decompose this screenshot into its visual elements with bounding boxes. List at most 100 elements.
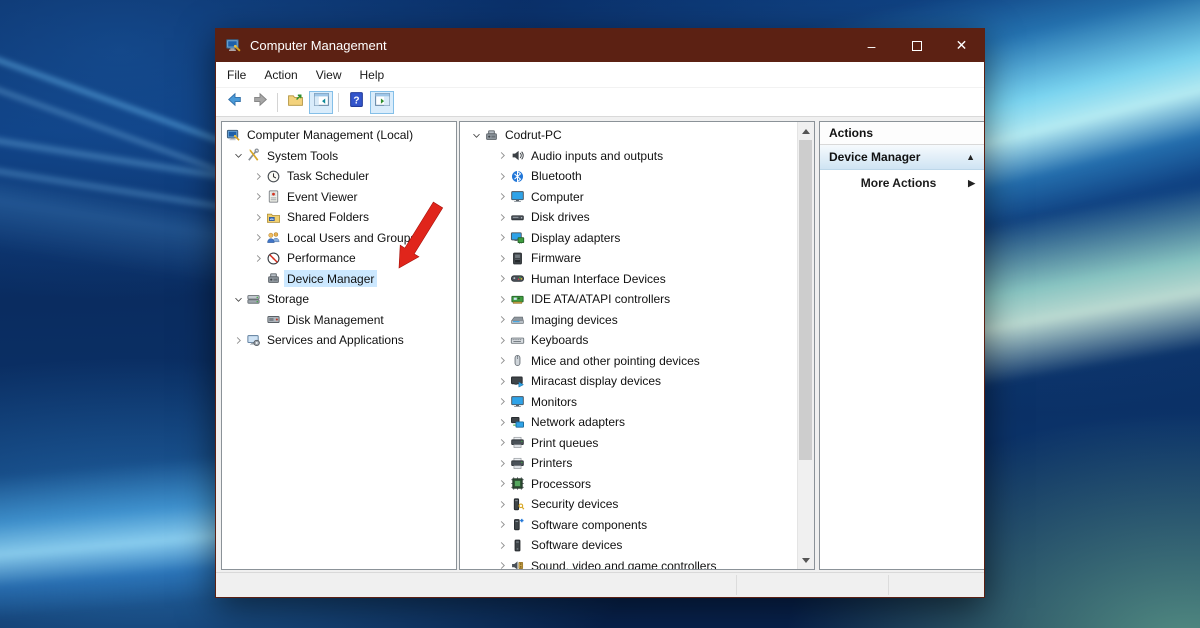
chevron-right-icon[interactable] <box>250 191 266 202</box>
tree-item-codrut-pc[interactable]: Codrut-PC <box>460 125 797 146</box>
tree-item-label: Storage <box>264 291 312 308</box>
menu-item-help[interactable]: Help <box>351 64 394 86</box>
forward-button[interactable] <box>248 91 272 114</box>
tree-item-label: Sound, video and game controllers <box>528 557 719 570</box>
tree-item-processors[interactable]: Processors <box>460 474 797 495</box>
chevron-right-icon[interactable] <box>494 314 510 325</box>
chevron-right-icon[interactable] <box>494 560 510 570</box>
tree-item-event-viewer[interactable]: Event Viewer <box>222 187 456 208</box>
chevron-right-icon[interactable] <box>494 458 510 469</box>
chevron-right-icon[interactable] <box>494 437 510 448</box>
chevron-right-icon[interactable] <box>494 376 510 387</box>
tree-item-audio-inputs-and-outputs[interactable]: Audio inputs and outputs <box>460 146 797 167</box>
window-title: Computer Management <box>250 38 849 53</box>
tree-item-label: Imaging devices <box>528 311 621 328</box>
chevron-right-icon[interactable] <box>494 171 510 182</box>
chevron-right-icon[interactable] <box>494 499 510 510</box>
tree-item-computer[interactable]: Computer <box>460 187 797 208</box>
tree-item-computer-management-local[interactable]: Computer Management (Local) <box>222 125 456 146</box>
tree-item-services-and-applications[interactable]: Services and Applications <box>222 330 456 351</box>
tree-item-display-adapters[interactable]: Display adapters <box>460 228 797 249</box>
chevron-right-icon[interactable] <box>494 232 510 243</box>
tree-item-storage[interactable]: Storage <box>222 289 456 310</box>
tree-item-performance[interactable]: Performance <box>222 248 456 269</box>
chevron-right-icon[interactable] <box>494 294 510 305</box>
chevron-right-icon[interactable] <box>494 396 510 407</box>
actions-section-device-manager[interactable]: Device Manager ▲ <box>820 145 984 170</box>
maximize-button[interactable] <box>894 29 939 62</box>
chevron-right-icon[interactable] <box>494 519 510 530</box>
clock-icon <box>266 169 284 184</box>
scroll-down-button[interactable] <box>798 552 814 568</box>
chevron-right-icon[interactable] <box>494 478 510 489</box>
tree-item-monitors[interactable]: Monitors <box>460 392 797 413</box>
chevron-right-icon[interactable] <box>250 253 266 264</box>
tree-item-sound-video-and-game-controllers[interactable]: Sound, video and game controllers <box>460 556 797 571</box>
tree-item-software-components[interactable]: Software components <box>460 515 797 536</box>
chevron-right-icon[interactable] <box>494 335 510 346</box>
more-actions-item[interactable]: More Actions ▶ <box>820 170 984 196</box>
tree-item-disk-management[interactable]: Disk Management <box>222 310 456 331</box>
tree-item-ide-ata-atapi-controllers[interactable]: IDE ATA/ATAPI controllers <box>460 289 797 310</box>
chevron-right-icon[interactable] <box>250 171 266 182</box>
tree-item-keyboards[interactable]: Keyboards <box>460 330 797 351</box>
show-action-pane-button[interactable] <box>370 91 394 114</box>
scroll-up-button[interactable] <box>798 123 814 139</box>
vertical-scrollbar[interactable] <box>797 122 814 569</box>
chevron-right-icon[interactable] <box>494 253 510 264</box>
chevron-right-icon[interactable] <box>494 355 510 366</box>
tree-item-local-users-and-groups[interactable]: Local Users and Groups <box>222 228 456 249</box>
chevron-down-icon[interactable] <box>230 150 246 161</box>
tree-item-disk-drives[interactable]: Disk drives <box>460 207 797 228</box>
collapse-section-icon[interactable]: ▲ <box>966 152 975 162</box>
display-adapter-icon <box>510 230 528 245</box>
show-console-tree-button[interactable] <box>309 91 333 114</box>
tree-item-security-devices[interactable]: Security devices <box>460 494 797 515</box>
menu-item-action[interactable]: Action <box>255 64 306 86</box>
chevron-right-icon[interactable] <box>250 212 266 223</box>
tree-item-firmware[interactable]: Firmware <box>460 248 797 269</box>
help-button[interactable] <box>344 91 368 114</box>
tree-item-printers[interactable]: Printers <box>460 453 797 474</box>
chevron-right-icon[interactable] <box>494 417 510 428</box>
hid-icon <box>510 271 528 286</box>
status-bar <box>216 572 984 597</box>
chevron-right-icon[interactable] <box>494 191 510 202</box>
minimize-button[interactable]: – <box>849 29 894 62</box>
tree-item-imaging-devices[interactable]: Imaging devices <box>460 310 797 331</box>
tree-item-network-adapters[interactable]: Network adapters <box>460 412 797 433</box>
export-list-button[interactable] <box>283 91 307 114</box>
tree-item-software-devices[interactable]: Software devices <box>460 535 797 556</box>
chevron-right-icon[interactable] <box>494 150 510 161</box>
device-manager-icon <box>266 271 284 286</box>
title-bar[interactable]: Computer Management – ✕ <box>216 29 984 62</box>
chevron-right-icon[interactable] <box>494 273 510 284</box>
chevron-right-icon[interactable] <box>494 212 510 223</box>
performance-icon <box>266 251 284 266</box>
chevron-down-icon[interactable] <box>230 294 246 305</box>
tree-item-task-scheduler[interactable]: Task Scheduler <box>222 166 456 187</box>
menu-item-file[interactable]: File <box>218 64 255 86</box>
menu-item-view[interactable]: View <box>307 64 351 86</box>
ide-controller-icon <box>510 292 528 307</box>
device-manager-icon <box>484 128 502 143</box>
tree-item-label: Miracast display devices <box>528 373 664 390</box>
tree-item-label: Software devices <box>528 537 625 554</box>
close-button[interactable]: ✕ <box>939 29 984 62</box>
tree-item-bluetooth[interactable]: Bluetooth <box>460 166 797 187</box>
tree-item-print-queues[interactable]: Print queues <box>460 433 797 454</box>
chevron-right-icon[interactable] <box>494 540 510 551</box>
chevron-down-icon[interactable] <box>468 130 484 141</box>
chevron-right-icon[interactable] <box>250 232 266 243</box>
tree-item-system-tools[interactable]: System Tools <box>222 146 456 167</box>
back-button[interactable] <box>222 91 246 114</box>
tree-item-device-manager[interactable]: Device Manager <box>222 269 456 290</box>
services-icon <box>246 333 264 348</box>
scroll-thumb[interactable] <box>799 140 812 460</box>
tree-item-human-interface-devices[interactable]: Human Interface Devices <box>460 269 797 290</box>
tree-item-shared-folders[interactable]: Shared Folders <box>222 207 456 228</box>
chevron-right-icon[interactable] <box>230 335 246 346</box>
tree-item-label: Performance <box>284 250 359 267</box>
tree-item-mice-and-other-pointing-devices[interactable]: Mice and other pointing devices <box>460 351 797 372</box>
tree-item-miracast-display-devices[interactable]: Miracast display devices <box>460 371 797 392</box>
